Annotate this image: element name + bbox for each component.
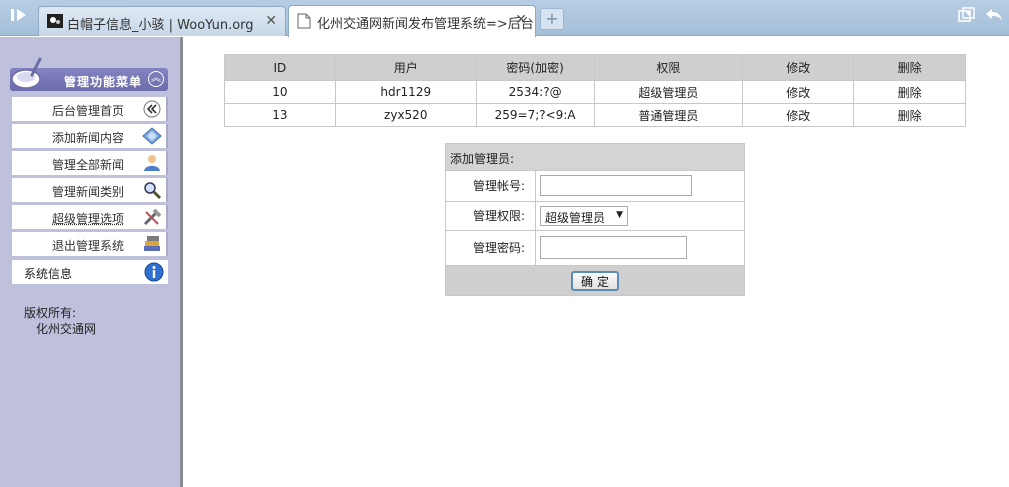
role-selected-value: 超级管理员 bbox=[545, 211, 606, 225]
close-tab-icon[interactable]: ✕ bbox=[515, 12, 527, 28]
sidebar-item-manage-news[interactable]: 管理全部新闻 bbox=[12, 151, 168, 175]
close-tab-icon[interactable]: ✕ bbox=[265, 13, 277, 29]
sidebar-item-logout[interactable]: 退出管理系统 bbox=[12, 232, 168, 256]
diamond-icon bbox=[142, 127, 162, 145]
tools-icon bbox=[142, 208, 162, 226]
sidebar-item-label: 管理全部新闻 bbox=[52, 158, 125, 172]
double-chevron-left-icon bbox=[142, 100, 162, 118]
delete-link[interactable]: 删除 bbox=[853, 103, 966, 127]
sidebar-item-super-admin[interactable]: 超级管理选项 bbox=[12, 205, 168, 229]
system-info-item[interactable]: 系统信息 bbox=[12, 260, 168, 284]
cell-password: 2534:?@ bbox=[475, 80, 595, 104]
form-title: 添加管理员: bbox=[446, 144, 744, 170]
role-select[interactable]: 超级管理员 ▼ bbox=[540, 206, 628, 226]
role-row: 管理权限: 超级管理员 ▼ bbox=[446, 201, 744, 230]
tab-wooyun[interactable]: 白帽子信息_小骇 | WooYun.org ✕ bbox=[38, 6, 286, 36]
column-header-edit: 修改 bbox=[742, 54, 855, 81]
cell-id: 13 bbox=[224, 103, 336, 127]
menu-title: 管理功能菜单 bbox=[64, 75, 143, 89]
new-tab-button[interactable]: + bbox=[540, 8, 564, 30]
sidebar-item-label: 管理新闻类别 bbox=[52, 185, 125, 199]
column-header-id: ID bbox=[224, 54, 336, 81]
table-row: 10 hdr1129 2534:?@ 超级管理员 修改 删除 bbox=[224, 80, 966, 104]
user-icon bbox=[142, 154, 162, 172]
cell-id: 10 bbox=[224, 80, 336, 104]
confirm-button[interactable]: 确定 bbox=[571, 271, 619, 291]
dropdown-arrow-icon: ▼ bbox=[616, 210, 623, 220]
cell-permission: 普通管理员 bbox=[593, 103, 744, 127]
admin-users-table: ID 用户 密码(加密) 权限 修改 删除 10 hdr1129 2534:?@… bbox=[224, 54, 966, 127]
browser-tab-strip: 白帽子信息_小骇 | WooYun.org ✕ 化州交通网新闻发布管理系统=>后… bbox=[0, 0, 1009, 37]
edit-link[interactable]: 修改 bbox=[742, 103, 855, 127]
wooyun-favicon-icon bbox=[47, 14, 63, 28]
table-row: 13 zyx520 259=7;?<9:A 普通管理员 修改 删除 bbox=[224, 103, 966, 127]
tab-title: 化州交通网新闻发布管理系统=>后台 bbox=[317, 17, 534, 32]
sidebar-item-manage-categories[interactable]: 管理新闻类别 bbox=[12, 178, 168, 202]
sidebar-toggle-icon[interactable] bbox=[8, 7, 30, 29]
system-info-label: 系统信息 bbox=[24, 267, 73, 281]
role-label: 管理权限: bbox=[446, 202, 536, 230]
cell-user: hdr1129 bbox=[334, 80, 477, 104]
menu-logo-icon bbox=[10, 55, 44, 93]
column-header-delete: 删除 bbox=[853, 54, 966, 81]
delete-link[interactable]: 删除 bbox=[853, 80, 966, 104]
sidebar-item-add-news[interactable]: 添加新闻内容 bbox=[12, 124, 168, 148]
password-row: 管理密码: bbox=[446, 230, 744, 265]
account-label: 管理帐号: bbox=[446, 171, 536, 201]
password-label: 管理密码: bbox=[446, 231, 536, 265]
back-arrow-icon[interactable] bbox=[983, 7, 1005, 29]
column-header-password: 密码(加密) bbox=[475, 54, 595, 81]
books-icon bbox=[142, 235, 162, 253]
column-header-user: 用户 bbox=[334, 54, 477, 81]
tab-admin-panel[interactable]: 化州交通网新闻发布管理系统=>后台 ✕ bbox=[288, 5, 536, 37]
form-footer: 确定 bbox=[446, 265, 744, 295]
cell-user: zyx520 bbox=[334, 103, 477, 127]
cell-password: 259=7;?<9:A bbox=[475, 103, 595, 127]
admin-sidebar: 管理功能菜单 ︽ 后台管理首页 添加新闻内容 管理全部新闻 管理新闻类别 超级管 bbox=[0, 37, 180, 487]
copyright: 版权所有: 化州交通网 bbox=[24, 305, 96, 337]
sidebar-divider[interactable] bbox=[180, 37, 183, 487]
sidebar-item-admin-home[interactable]: 后台管理首页 bbox=[12, 97, 168, 121]
tab-title: 白帽子信息_小骇 | WooYun.org bbox=[67, 18, 254, 33]
sidebar-item-label: 后台管理首页 bbox=[52, 104, 125, 118]
sidebar-item-label: 超级管理选项 bbox=[52, 212, 125, 226]
copyright-label: 版权所有: bbox=[24, 306, 77, 320]
sidebar-item-label: 退出管理系统 bbox=[52, 239, 125, 253]
account-row: 管理帐号: bbox=[446, 170, 744, 201]
copyright-owner: 化州交通网 bbox=[36, 322, 97, 336]
password-input[interactable] bbox=[540, 236, 687, 259]
table-header-row: ID 用户 密码(加密) 权限 修改 删除 bbox=[224, 54, 966, 81]
cell-permission: 超级管理员 bbox=[593, 80, 744, 104]
add-admin-form: 添加管理员: 管理帐号: 管理权限: 超级管理员 ▼ 管理密码: 确定 bbox=[445, 143, 745, 296]
collapse-menu-icon[interactable]: ︽ bbox=[148, 71, 164, 87]
account-input[interactable] bbox=[540, 175, 692, 196]
magnifier-icon bbox=[142, 181, 162, 200]
restore-tab-icon[interactable] bbox=[956, 7, 978, 29]
info-icon bbox=[144, 262, 164, 282]
sidebar-item-label: 添加新闻内容 bbox=[52, 131, 125, 145]
column-header-permission: 权限 bbox=[593, 54, 744, 81]
page-icon bbox=[297, 13, 313, 29]
edit-link[interactable]: 修改 bbox=[742, 80, 855, 104]
